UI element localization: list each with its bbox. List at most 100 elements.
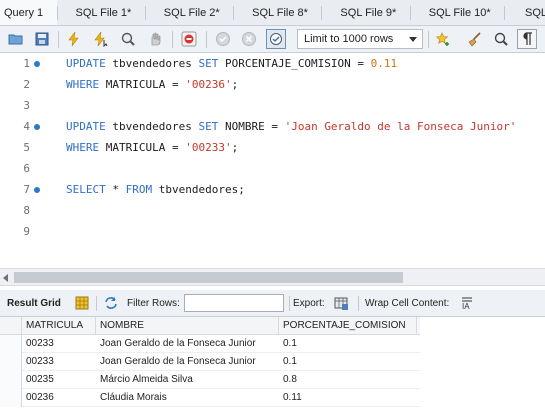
row-header[interactable] bbox=[0, 371, 22, 389]
code-line: UPDATE tbvendedores SET PORCENTAJE_COMIS… bbox=[66, 57, 397, 70]
code-token: * bbox=[105, 183, 126, 196]
code-token: UPDATE bbox=[66, 57, 106, 70]
column-header-matricula[interactable]: MATRICULA bbox=[22, 317, 96, 335]
row-header[interactable] bbox=[0, 353, 22, 371]
line-number: 4 bbox=[23, 120, 30, 133]
tab-label: SQL Fi bbox=[524, 7, 545, 19]
autocommit-icon bbox=[270, 33, 282, 45]
table-cell[interactable]: 00233 bbox=[22, 353, 96, 371]
error-stop-icon bbox=[181, 31, 197, 47]
grid-header: MATRICULA NOMBRE PORCENTAJE_COMISION bbox=[0, 317, 420, 335]
code-line: WHERE MATRICULA = '00236'; bbox=[66, 78, 238, 91]
table-cell[interactable]: 0.8 bbox=[279, 371, 417, 389]
row-header[interactable] bbox=[0, 389, 22, 407]
editor-horizontal-scrollbar[interactable] bbox=[0, 268, 545, 286]
column-header-nombre[interactable]: NOMBRE bbox=[96, 317, 279, 335]
tab-sql-file-partial[interactable]: SQL Fi bbox=[505, 0, 545, 25]
lightning-icon bbox=[68, 31, 79, 47]
code-token: '00233' bbox=[185, 141, 232, 154]
export-icon[interactable] bbox=[333, 295, 349, 311]
rollback-button[interactable] bbox=[239, 29, 259, 49]
beautify-button[interactable] bbox=[465, 29, 485, 49]
code-token: '00236' bbox=[185, 78, 232, 91]
add-snippet-button[interactable] bbox=[433, 29, 453, 49]
lightning-cursor-icon bbox=[94, 31, 108, 47]
table-cell[interactable]: Márcio Almeida Silva bbox=[96, 371, 279, 389]
code-token: MATRICULA = bbox=[99, 78, 186, 91]
wrap-cell-content-label: Wrap Cell Content: bbox=[365, 298, 450, 309]
grid-view-icon[interactable] bbox=[74, 295, 90, 311]
filter-rows-label: Filter Rows: bbox=[127, 298, 180, 309]
execute-statement-button[interactable] bbox=[91, 29, 111, 49]
magnifier-icon bbox=[121, 32, 135, 46]
save-button[interactable] bbox=[32, 29, 52, 49]
code-line: WHERE MATRICULA = '00233'; bbox=[66, 141, 238, 154]
hand-stop-icon bbox=[151, 32, 161, 46]
table-cell[interactable]: Joan Geraldo de la Fonseca Junior bbox=[96, 335, 279, 353]
table-row[interactable]: 00233 Joan Geraldo de la Fonseca Junior 0.… bbox=[0, 335, 420, 353]
broom-icon bbox=[468, 32, 481, 47]
tab-sql-file-9[interactable]: SQL File 9* bbox=[322, 0, 409, 25]
folder-icon bbox=[8, 34, 23, 45]
open-file-button[interactable] bbox=[6, 29, 26, 49]
toolbar-divider bbox=[96, 296, 97, 311]
scrollbar-thumb[interactable] bbox=[14, 272, 403, 283]
table-row[interactable]: 00236 Cláudia Morais 0.11 bbox=[0, 389, 420, 407]
table-cell[interactable]: 0.1 bbox=[279, 353, 417, 371]
table-cell[interactable]: 00236 bbox=[22, 389, 96, 407]
search-icon bbox=[494, 32, 508, 46]
tab-sql-file-10[interactable]: SQL File 10* bbox=[411, 0, 504, 25]
line-number: 9 bbox=[23, 225, 30, 238]
x-circle-icon bbox=[242, 32, 256, 46]
code-token: SET bbox=[198, 57, 219, 70]
tab-label: Query 1 bbox=[4, 7, 44, 19]
table-row[interactable]: 00235 Márcio Almeida Silva 0.8 bbox=[0, 371, 420, 389]
table-cell[interactable]: 0.1 bbox=[279, 335, 417, 353]
tab-sql-file-2[interactable]: SQL File 2* bbox=[146, 0, 233, 25]
table-cell[interactable]: Cláudia Morais bbox=[96, 389, 279, 407]
refresh-icon[interactable] bbox=[103, 295, 119, 311]
tab-sql-file-8[interactable]: SQL File 8* bbox=[234, 0, 321, 25]
code-token: 0.11 bbox=[370, 57, 398, 70]
table-cell[interactable]: 0.11 bbox=[279, 389, 417, 407]
wrap-text-icon[interactable]: IA bbox=[459, 295, 475, 311]
autocommit-toggle-button[interactable] bbox=[266, 29, 286, 49]
code-token: tbvendedores bbox=[105, 57, 199, 70]
result-grid-tab[interactable]: Result Grid bbox=[7, 290, 61, 317]
code-token: SELECT bbox=[66, 183, 106, 196]
sql-editor[interactable]: 1 2 3 4 5 6 7 8 9 UPDATE tbvendedores SET PORCEN… bbox=[0, 53, 545, 268]
invisible-chars-button[interactable] bbox=[517, 29, 537, 49]
export-label: Export: bbox=[293, 298, 325, 309]
toolbar-divider bbox=[358, 296, 359, 311]
table-cell[interactable]: Joan Geraldo de la Fonseca Junior bbox=[96, 353, 279, 371]
limit-rows-select[interactable]: Limit to 1000 rows bbox=[297, 29, 423, 49]
tab-sql-file-1[interactable]: SQL File 1* bbox=[57, 0, 144, 25]
table-cell[interactable]: 00235 bbox=[22, 371, 96, 389]
statement-marker-icon bbox=[34, 61, 40, 67]
toolbar-divider bbox=[428, 31, 429, 48]
table-cell[interactable]: 00233 bbox=[22, 335, 96, 353]
result-grid[interactable]: MATRICULA NOMBRE PORCENTAJE_COMISION 002… bbox=[0, 317, 545, 413]
check-circle-icon bbox=[216, 32, 230, 46]
scroll-left-arrow-icon[interactable] bbox=[3, 274, 8, 282]
commit-button[interactable] bbox=[213, 29, 233, 49]
line-number: 2 bbox=[23, 78, 30, 91]
toolbar-divider bbox=[172, 31, 173, 48]
find-button[interactable] bbox=[491, 29, 511, 49]
star-plus-icon bbox=[435, 32, 449, 46]
explain-button[interactable] bbox=[118, 29, 138, 49]
filter-rows-input[interactable] bbox=[184, 294, 284, 312]
code-line: SELECT * FROM tbvendedores; bbox=[66, 183, 245, 196]
chevron-down-icon bbox=[409, 37, 417, 42]
code-token: WHERE bbox=[66, 78, 100, 91]
tab-query-1[interactable]: Query 1 bbox=[0, 0, 57, 25]
column-header-porcentaje-comision[interactable]: PORCENTAJE_COMISION bbox=[279, 317, 417, 335]
table-row[interactable]: 00233 Joan Geraldo de la Fonseca Junior 0.… bbox=[0, 353, 420, 371]
stop-button[interactable] bbox=[145, 29, 165, 49]
code-token: ; bbox=[231, 78, 239, 91]
code-token: tbvendedores; bbox=[152, 183, 245, 196]
toolbar-divider bbox=[289, 296, 290, 311]
row-header[interactable] bbox=[0, 335, 22, 353]
toggle-continue-on-error-button[interactable] bbox=[179, 29, 199, 49]
execute-button[interactable] bbox=[64, 29, 84, 49]
